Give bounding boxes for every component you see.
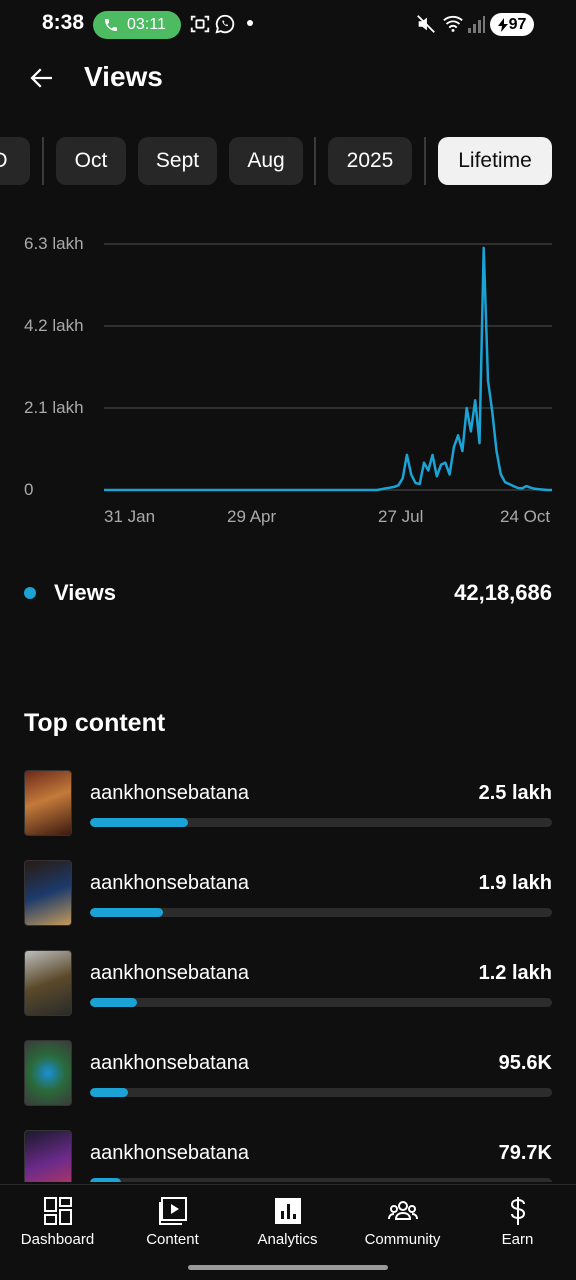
content-views: 2.5 lakh <box>478 782 552 804</box>
chip-divider <box>314 137 316 185</box>
content-views: 1.2 lakh <box>478 962 552 984</box>
back-button[interactable] <box>22 58 62 98</box>
content-views: 95.6K <box>498 1052 552 1074</box>
home-indicator <box>188 1265 388 1270</box>
views-bar-track <box>90 908 552 917</box>
top-content-list: aankhonsebatana 2.5 lakh aankhonsebatana… <box>0 770 576 1182</box>
chip-lifetime[interactable]: Lifetime <box>438 137 552 185</box>
views-bar-track <box>90 1088 552 1097</box>
content-title: aankhonsebatana <box>90 1142 250 1164</box>
y-tick-label: 0 <box>24 480 34 499</box>
content-views: 1.9 lakh <box>478 872 552 894</box>
views-bar-fill <box>90 1178 122 1182</box>
notification-dot <box>247 20 253 26</box>
content-item[interactable]: aankhonsebatana 79.7K <box>0 1130 576 1182</box>
nav-label: Analytics <box>257 1231 318 1248</box>
content-item[interactable]: aankhonsebatana 2.5 lakh <box>0 770 576 838</box>
video-thumbnail <box>24 950 72 1016</box>
analytics-icon <box>274 1198 301 1224</box>
views-chart: 6.3 lakh 4.2 lakh 2.1 lakh 0 31 Jan 29 A… <box>0 222 576 542</box>
chip-2025[interactable]: 2025 <box>328 137 412 185</box>
content-item[interactable]: aankhonsebatana 95.6K <box>0 1040 576 1108</box>
call-pill[interactable]: 03:11 <box>93 11 181 39</box>
call-timer: 03:11 <box>127 16 166 33</box>
nav-label: Content <box>146 1231 199 1248</box>
battery-indicator: 97 <box>490 13 534 36</box>
y-tick-label: 2.1 lakh <box>24 398 84 417</box>
content-title: aankhonsebatana <box>90 962 250 984</box>
video-thumbnail <box>24 1130 72 1182</box>
status-bar: 8:38 03:11 97 <box>0 0 576 50</box>
total-views-value: 42,18,686 <box>454 580 552 605</box>
chart-legend: Views 42,18,686 <box>0 578 576 612</box>
signal-icon <box>468 16 485 33</box>
battery-charging-icon <box>497 17 508 32</box>
phone-icon <box>105 19 117 31</box>
status-time: 8:38 <box>42 11 85 34</box>
video-thumbnail <box>24 860 72 926</box>
views-bar-fill <box>90 1088 128 1097</box>
content-title: aankhonsebatana <box>90 872 250 894</box>
dashboard-icon <box>43 1197 72 1225</box>
views-bar-track <box>90 998 552 1007</box>
nav-earn[interactable]: Earn <box>460 1185 575 1265</box>
views-bar-fill <box>90 818 189 827</box>
x-tick-label: 24 Oct <box>500 507 551 526</box>
app-header: Views <box>0 50 576 106</box>
x-tick-label: 31 Jan <box>104 507 156 526</box>
views-bar-fill <box>90 998 138 1007</box>
views-bar-track <box>90 1178 552 1182</box>
content-title: aankhonsebatana <box>90 782 250 804</box>
wifi-icon <box>443 15 463 32</box>
legend-label: Views <box>54 580 116 605</box>
video-thumbnail <box>24 1040 72 1106</box>
nav-label: Earn <box>501 1231 534 1248</box>
arrow-left-icon <box>30 68 52 88</box>
mute-icon <box>417 15 435 33</box>
nav-community[interactable]: Community <box>345 1185 460 1265</box>
top-content-title: Top content <box>24 709 166 737</box>
screen-record-icon <box>190 15 210 33</box>
dollar-icon <box>510 1197 525 1225</box>
views-bar-fill <box>90 908 163 917</box>
whatsapp-icon <box>215 14 235 34</box>
nav-dashboard[interactable]: Dashboard <box>0 1185 115 1265</box>
views-series-line <box>104 246 552 492</box>
battery-level: 97 <box>508 15 527 33</box>
chip-divider <box>42 137 44 185</box>
chart-canvas <box>104 243 552 492</box>
chip-d[interactable]: D <box>0 137 30 185</box>
chip-aug[interactable]: Aug <box>229 137 303 185</box>
chip-sept[interactable]: Sept <box>138 137 217 185</box>
video-thumbnail <box>24 770 72 836</box>
y-tick-label: 4.2 lakh <box>24 316 84 335</box>
x-tick-label: 29 Apr <box>227 507 277 526</box>
period-chips: D Oct Sept Aug 2025 Lifetime <box>0 137 576 185</box>
views-bar-track <box>90 818 552 827</box>
nav-label: Community <box>364 1231 441 1248</box>
community-icon <box>387 1201 418 1220</box>
content-icon <box>158 1197 187 1225</box>
nav-label: Dashboard <box>20 1231 95 1248</box>
x-tick-label: 27 Jul <box>378 507 424 526</box>
nav-analytics[interactable]: Analytics <box>230 1185 345 1265</box>
chip-divider <box>424 137 426 185</box>
y-tick-label: 6.3 lakh <box>24 234 84 253</box>
content-item[interactable]: aankhonsebatana 1.9 lakh <box>0 860 576 928</box>
nav-content[interactable]: Content <box>115 1185 230 1265</box>
content-item[interactable]: aankhonsebatana 1.2 lakh <box>0 950 576 1018</box>
content-title: aankhonsebatana <box>90 1052 250 1074</box>
content-views: 79.7K <box>498 1142 552 1164</box>
chip-oct[interactable]: Oct <box>56 137 126 185</box>
legend-dot <box>24 587 36 599</box>
page-title: Views <box>84 61 163 92</box>
